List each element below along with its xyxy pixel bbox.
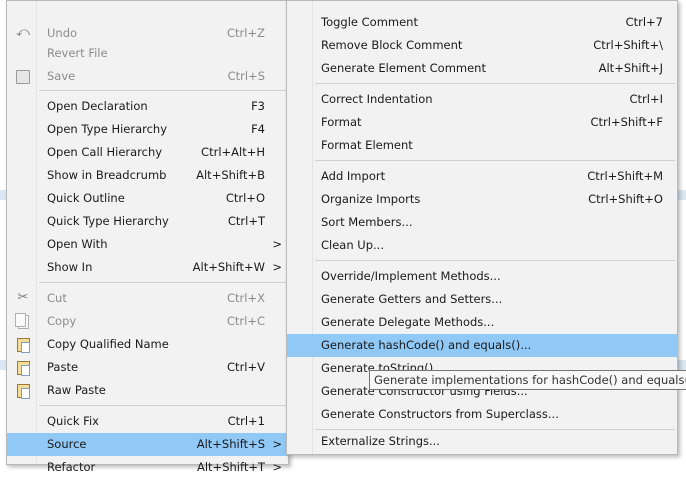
menu-item-revert-file[interactable]: Revert File: [7, 42, 288, 65]
menu-item-generate-getters-setters[interactable]: Generate Getters and Setters...: [287, 288, 677, 311]
raw-paste-icon: [17, 384, 30, 399]
menu-item-paste[interactable]: Paste Ctrl+V: [7, 356, 288, 379]
menu-item-open-call-hierarchy[interactable]: Open Call Hierarchy Ctrl+Alt+H: [7, 141, 288, 164]
menu-item-organize-imports[interactable]: Organize Imports Ctrl+Shift+O: [287, 188, 677, 211]
context-menu: ⤺ Undo Ctrl+Z Revert File Save Ctrl+S Op…: [6, 0, 289, 474]
menu-item-clean-up[interactable]: Clean Up...: [287, 234, 677, 257]
submenu-arrow-icon: >: [272, 260, 282, 274]
menu-separator: [315, 160, 675, 161]
menu-item-quick-outline[interactable]: Quick Outline Ctrl+O: [7, 187, 288, 210]
menu-item-show-in[interactable]: Show In Alt+Shift+W >: [7, 256, 288, 279]
menu-item-open-with[interactable]: Open With >: [7, 233, 288, 256]
menu-item-add-import[interactable]: Add Import Ctrl+Shift+M: [287, 165, 677, 188]
menu-item-open-type-hierarchy[interactable]: Open Type Hierarchy F4: [7, 118, 288, 141]
undo-icon: ⤺: [16, 25, 30, 40]
menu-separator: [315, 83, 675, 84]
menu-item-remove-block-comment[interactable]: Remove Block Comment Ctrl+Shift+\: [287, 34, 677, 57]
submenu-arrow-icon: >: [272, 237, 282, 251]
menu-item-format-element[interactable]: Format Element: [287, 134, 677, 157]
menu-item-raw-paste[interactable]: Raw Paste: [7, 379, 288, 402]
save-icon: [16, 70, 30, 84]
paste-icon: [17, 361, 30, 376]
menu-item-open-declaration[interactable]: Open Declaration F3: [7, 95, 288, 118]
menu-item-override-implement-methods[interactable]: Override/Implement Methods...: [287, 265, 677, 288]
menu-item-generate-delegate-methods[interactable]: Generate Delegate Methods...: [287, 311, 677, 334]
menu-item-cut[interactable]: ✂ Cut Ctrl+X: [7, 287, 288, 310]
menu-item-save[interactable]: Save Ctrl+S: [7, 65, 288, 88]
menu-separator: [315, 260, 675, 261]
menu-item-format[interactable]: Format Ctrl+Shift+F: [287, 111, 677, 134]
menu-item-quick-fix[interactable]: Quick Fix Ctrl+1: [7, 410, 288, 433]
copy-qualified-name-icon: [17, 338, 30, 353]
menu-separator: [39, 405, 286, 406]
cut-icon: ✂: [17, 290, 29, 305]
menu-item-correct-indentation[interactable]: Correct Indentation Ctrl+I: [287, 88, 677, 111]
menu-item-sort-members[interactable]: Sort Members...: [287, 211, 677, 234]
menu-separator: [39, 90, 286, 91]
submenu-arrow-icon: >: [272, 437, 282, 451]
menu-item-source[interactable]: Source Alt+Shift+S >: [7, 433, 288, 456]
menu-item-generate-element-comment[interactable]: Generate Element Comment Alt+Shift+J: [287, 57, 677, 80]
menu-item-refactor[interactable]: Refactor Alt+Shift+T >: [7, 456, 288, 479]
menu-item-copy[interactable]: Copy Ctrl+C: [7, 310, 288, 333]
menu-separator: [39, 282, 286, 283]
menu-item-quick-type-hierarchy[interactable]: Quick Type Hierarchy Ctrl+T: [7, 210, 288, 233]
submenu-arrow-icon: >: [272, 460, 282, 474]
menu-item-copy-qualified-name[interactable]: Copy Qualified Name: [7, 333, 288, 356]
tooltip: Generate implementations for hashCode() …: [369, 370, 686, 390]
menu-item-toggle-comment[interactable]: Toggle Comment Ctrl+7: [287, 11, 677, 34]
copy-icon: [15, 313, 29, 329]
menu-item-show-in-breadcrumb[interactable]: Show in Breadcrumb Alt+Shift+B: [7, 164, 288, 187]
menu-item-generate-hashcode-equals[interactable]: Generate hashCode() and equals()...: [287, 334, 677, 357]
menu-item-externalize-strings[interactable]: Externalize Strings...: [287, 430, 677, 453]
menu-item-generate-constructors-from-superclass[interactable]: Generate Constructors from Superclass...: [287, 403, 677, 426]
